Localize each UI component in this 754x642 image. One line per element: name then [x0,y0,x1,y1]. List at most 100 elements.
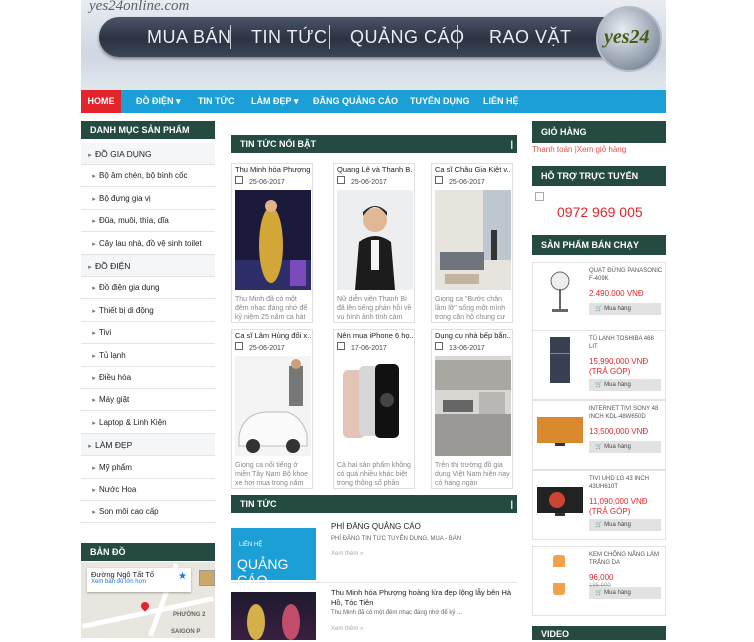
category-item[interactable]: ▸ LÀM ĐẸP [81,434,215,457]
card-image[interactable] [435,356,511,456]
support-phone[interactable]: 0972 969 005 [557,204,643,220]
featured-news-card[interactable]: Ca sĩ Châu Gia Kiệt v... 25-06-2017 Giọng … [431,163,513,323]
banner-nav-quang-cao[interactable]: QUẢNG CÁO [350,27,465,48]
category-item[interactable]: ▸ Đũa, muôi, thìa, dĩa [81,210,215,233]
news-item-title[interactable]: PHÍ ĐĂNG QUẢNG CÁO [331,522,421,531]
map-embed[interactable]: Đường Ngô Tất Tố Xem bản đồ lớn hơn ★ PH… [81,562,215,638]
product-image[interactable] [537,477,583,523]
news-list-item[interactable]: Thu Minh hóa Phượng hoàng lửa đẹp lộng l… [231,584,517,640]
news-item-more-link[interactable]: Xem thêm » [331,626,363,632]
buy-button-label: Mua hàng [604,306,631,312]
yes24-badge-logo[interactable]: yes24 [596,6,662,72]
category-item[interactable]: ▸ Đồ điện gia dụng [81,277,215,300]
checkout-link[interactable]: Thanh toán [532,145,572,154]
category-item[interactable]: ▸ Bộ đựng gia vị [81,187,215,210]
product-name[interactable]: INTERNET TIVI SONY 48 INCH KDL-48W650D [589,405,663,421]
map-photo-thumb[interactable] [199,570,215,586]
product-name[interactable]: KEM CHỐNG NẮNG LÀM TRẮNG DA [589,551,663,567]
buy-button[interactable]: 🛒 Mua hàng [589,587,661,599]
product-name[interactable]: TỦ LẠNH TOSHIBA 468 LIT [589,335,663,351]
menu-tin-tuc[interactable]: TIN TỨC [198,90,234,113]
featured-news-card[interactable]: Dụng cụ nhà bếp bắn... 13-06-2017 Trên thị… [431,329,513,489]
product-name[interactable]: QUẠT ĐỨNG PANASONIC F-409K [589,267,663,283]
menu-tuyen-dung[interactable]: TUYỂN DỤNG [410,90,470,113]
card-excerpt: Cả hai sản phẩm không có quá nhiều khác … [337,462,411,487]
buy-button[interactable]: 🛒 Mua hàng [589,519,661,531]
news-item-title[interactable]: Thu Minh hóa Phượng hoàng lửa đẹp lộng l… [331,588,517,608]
category-item[interactable]: ▸ Điều hòa [81,367,215,389]
category-label: Son môi cao cấp [99,507,159,517]
bestseller-product[interactable]: QUẠT ĐỨNG PANASONIC F-409K 2.490.000 VNĐ 🛒… [532,262,666,332]
bestseller-product[interactable]: KEM CHỐNG NẮNG LÀM TRẮNG DA 96,000 185,000… [532,546,666,616]
news-list-item[interactable]: LIÊN HỆ QUẢNG CÁO PHÍ ĐĂNG QUẢNG CÁO PHÍ… [231,520,517,588]
menu-home[interactable]: HOME [81,90,121,113]
news-item-more-link[interactable]: Xem thêm » [331,551,363,557]
card-title[interactable]: Ca sĩ Lâm Hùng đổi x... [235,331,311,340]
card-date: 25-06-2017 [235,342,285,352]
chevron-right-icon: ▸ [92,419,96,427]
buy-button[interactable]: 🛒 Mua hàng [589,441,661,453]
category-item[interactable]: ▸ Bộ âm chén, bộ bình cốc [81,165,215,188]
banner-nav-mua-ban[interactable]: MUA BÁN [147,27,232,48]
menu-dang-quang-cao[interactable]: ĐĂNG QUẢNG CÁO [313,90,398,113]
product-image[interactable] [537,269,583,315]
category-item[interactable]: ▸ Thiết bị di động [81,299,215,322]
bestseller-product[interactable]: TIVI UHD LG 43 INCH 43UH610T 11,090,000 V… [532,470,666,540]
card-excerpt: Giọng ca nổi tiếng ở miền Tây Nam Bộ kho… [235,462,309,487]
news-item-desc: PHÍ ĐĂNG TIN TỨC TUYỂN DỤNG, MUA - BÁN [331,536,462,542]
category-item[interactable]: ▸ Tủ lạnh [81,344,215,367]
banner-nav-tin-tuc[interactable]: TIN TỨC [251,27,328,48]
category-item[interactable]: ▸ Mỹ phẩm [81,456,215,479]
ad-thumbnail[interactable]: LIÊN HỆ QUẢNG CÁO [231,528,316,588]
featured-news-card[interactable]: Ca sĩ Lâm Hùng đổi x... 25-06-2017 Giọng c… [231,329,313,489]
category-item[interactable]: ▸ Son môi cao cấp [81,501,215,524]
category-item[interactable]: ▸ ĐỒ GIA DỤNG [81,143,215,165]
product-price: 13,500,000 VNĐ [589,427,649,436]
bestseller-product[interactable]: INTERNET TIVI SONY 48 INCH KDL-48W650D 13… [532,400,666,470]
category-item[interactable]: ▸ Nước Hoa [81,479,215,501]
card-image[interactable] [337,190,413,290]
menu-do-dien[interactable]: ĐỒ ĐIỆN ▾ [136,90,181,113]
view-cart-link[interactable]: Xem giỏ hàng [577,145,626,154]
card-date: 13-06-2017 [435,342,485,352]
site-logo-text[interactable]: yes24online.com [89,0,189,15]
featured-news-card[interactable]: Thu Minh hóa Phượng... 25-06-2017 Thu Minh… [231,163,313,323]
category-item[interactable]: ▸ Máy giặt [81,389,215,412]
buy-button[interactable]: 🛒 Mua hàng [589,303,661,315]
buy-button-label: Mua hàng [604,444,631,450]
chevron-right-icon: ▸ [92,487,96,494]
card-image[interactable] [235,190,311,290]
banner-nav-rao-vat[interactable]: RAO VẶT [489,27,572,48]
category-item[interactable]: ▸ ĐỒ ĐIỆN [81,255,215,277]
category-label: Máy giặt [99,395,130,405]
product-name[interactable]: TIVI UHD LG 43 INCH 43UH610T [589,475,663,491]
card-image[interactable] [337,356,413,456]
card-image[interactable] [435,190,511,290]
card-date: 25-06-2017 [235,176,285,186]
support-header: HỖ TRỢ TRỰC TUYẾN [532,166,666,186]
map-larger-link[interactable]: Xem bản đồ lớn hơn [91,579,187,585]
card-title[interactable]: Thu Minh hóa Phượng... [235,165,311,174]
product-image[interactable] [537,553,583,599]
card-image[interactable] [235,356,311,456]
card-title[interactable]: Quang Lê và Thanh B... [337,165,413,174]
category-item[interactable]: ▸ Cây lau nhà, đồ vệ sinh toilet [81,232,215,255]
card-title[interactable]: Nên mua iPhone 6 họ... [337,331,413,340]
card-title[interactable]: Ca sĩ Châu Gia Kiệt v... [435,165,511,174]
card-title[interactable]: Dụng cụ nhà bếp bắn... [435,331,511,340]
cart-icon: 🛒 [595,382,603,388]
news-thumbnail[interactable] [231,592,316,640]
buy-button[interactable]: 🛒 Mua hàng [589,379,661,391]
chevron-right-icon: ▸ [88,152,92,159]
product-price: 11,090,000 VNĐ (TRẢ GÓP) [589,497,648,516]
category-item[interactable]: ▸ Laptop & Linh Kiện [81,411,215,434]
featured-news-card[interactable]: Quang Lê và Thanh B... 25-06-2017 Nữ diễn … [333,163,415,323]
category-item[interactable]: ▸ Tivi [81,322,215,345]
product-image[interactable] [537,337,583,383]
bestseller-product[interactable]: TỦ LẠNH TOSHIBA 468 LIT 15,990,000 VNĐ (T… [532,330,666,400]
product-image[interactable] [537,407,583,453]
menu-lien-he[interactable]: LIÊN HỆ [483,90,519,113]
star-icon[interactable]: ★ [178,571,187,582]
menu-lam-dep[interactable]: LÀM ĐẸP ▾ [251,90,298,113]
featured-news-card[interactable]: Nên mua iPhone 6 họ... 17-06-2017 Cả hai s… [333,329,415,489]
